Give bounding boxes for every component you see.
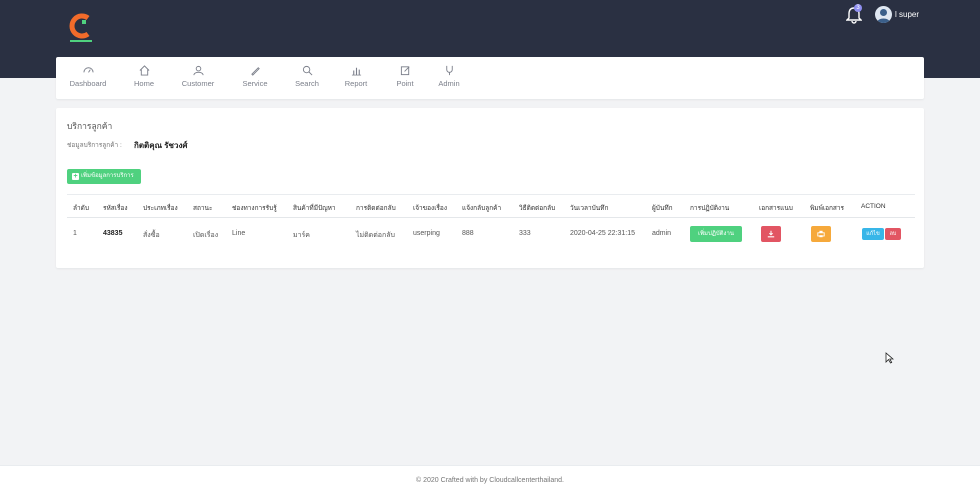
add-service-button[interactable]: + เพิ่มข้อมูลการบริการ (67, 169, 141, 184)
nav-item-report[interactable]: Report (342, 65, 370, 88)
print-button[interactable] (811, 226, 831, 242)
column-header: วันเวลาบันทึก (570, 205, 609, 212)
cell-no: 1 (73, 230, 77, 237)
add-service-label: เพิ่มข้อมูลการบริการ (81, 173, 134, 179)
cell-datetime: 2020-04-25 22:31:15 (570, 230, 635, 237)
column-header: วิธีติดต่อกลับ (519, 205, 556, 212)
nav-item-admin[interactable]: Admin (436, 65, 462, 88)
cell-type: สั่งซื้อ (143, 232, 160, 239)
column-header: เอกสารแนบ (759, 205, 793, 212)
cell-notify: 888 (462, 230, 474, 237)
column-header: สถานะ (193, 205, 213, 212)
nav-item-home[interactable]: Home (128, 65, 160, 88)
bar-chart-icon (351, 67, 361, 76)
nav-label: Service (242, 79, 268, 88)
nav-item-dashboard[interactable]: Dashboard (68, 65, 108, 88)
stethoscope-icon (445, 65, 453, 76)
plus-icon: + (72, 173, 79, 180)
nav-label: Admin (438, 79, 460, 88)
nav-item-search[interactable]: Search (293, 65, 321, 88)
table-divider (67, 194, 915, 195)
customer-info-label: ช่อมูลบริการลูกค้า : (67, 142, 122, 149)
nav-label: Point (396, 79, 414, 88)
add-operation-button[interactable]: เพิ่มปฏิบัติงาน (690, 226, 742, 242)
download-button[interactable] (761, 226, 781, 242)
avatar[interactable] (875, 6, 892, 23)
customer-service-card: บริการลูกค้า ช่อมูลบริการลูกค้า : กิตติค… (56, 108, 924, 268)
column-header: แจ้งกลับลูกค้า (462, 205, 502, 212)
column-header: รหัสเรื่อง (103, 205, 128, 212)
nav-label: Customer (181, 79, 215, 88)
column-header: ผู้บันทึก (652, 205, 673, 212)
nav-bar: Dashboard Home Customer Service Search R… (56, 57, 924, 99)
edit-icon (400, 66, 409, 76)
footer: © 2020 Crafted with by Cloudcallcenterth… (0, 465, 980, 495)
cell-case-id: 43835 (103, 230, 123, 237)
page-title: บริการลูกค้า (67, 121, 113, 131)
column-header: ACTION (861, 203, 886, 210)
column-header: ประเภทเรื่อง (143, 205, 178, 212)
cell-recorder: admin (652, 230, 672, 237)
nav-item-customer[interactable]: Customer (178, 65, 218, 88)
column-header: ลำดับ (73, 205, 89, 212)
logo-c-icon[interactable] (66, 10, 96, 46)
home-icon (139, 65, 149, 76)
nav-item-service[interactable]: Service (240, 65, 270, 88)
mouse-cursor-icon (885, 352, 894, 364)
user-icon (192, 65, 204, 76)
column-header: พิมพ์เอกสาร (810, 205, 845, 212)
dashboard-icon (82, 67, 94, 73)
user-name[interactable]: l super (895, 10, 919, 19)
delete-button[interactable]: ลบ (885, 228, 901, 240)
notification-badge: 3 (854, 4, 862, 12)
edit-button[interactable]: แก้ไข (862, 228, 884, 240)
cell-owner: userping (413, 230, 440, 237)
pen-icon (250, 67, 260, 76)
cell-status: เปิดเรื่อง (193, 232, 219, 239)
nav-label: Report (344, 79, 368, 88)
cell-callback: ไม่ติดต่อกลับ (356, 232, 395, 239)
print-icon (817, 230, 825, 238)
download-icon (767, 230, 775, 238)
column-header: สินค้าที่มีปัญหา (293, 205, 336, 212)
column-header: การติดต่อกลับ (356, 205, 396, 212)
nav-item-point[interactable]: Point (393, 65, 417, 88)
table-divider (67, 217, 915, 218)
customer-name: กิตติคุณ รัชวงศ์ (134, 141, 188, 150)
column-header: การปฏิบัติงาน (690, 205, 730, 212)
cell-method: 333 (519, 230, 531, 237)
column-header: ช่องทางการรับรู้ (232, 205, 277, 212)
nav-label: Home (133, 79, 154, 88)
search-icon (302, 65, 312, 76)
cell-product: มาร์ค (293, 232, 310, 239)
cell-channel: Line (232, 230, 246, 237)
column-header: เจ้าของเรื่อง (413, 205, 447, 212)
nav-label: Search (295, 79, 319, 88)
nav-label: Dashboard (69, 79, 107, 88)
